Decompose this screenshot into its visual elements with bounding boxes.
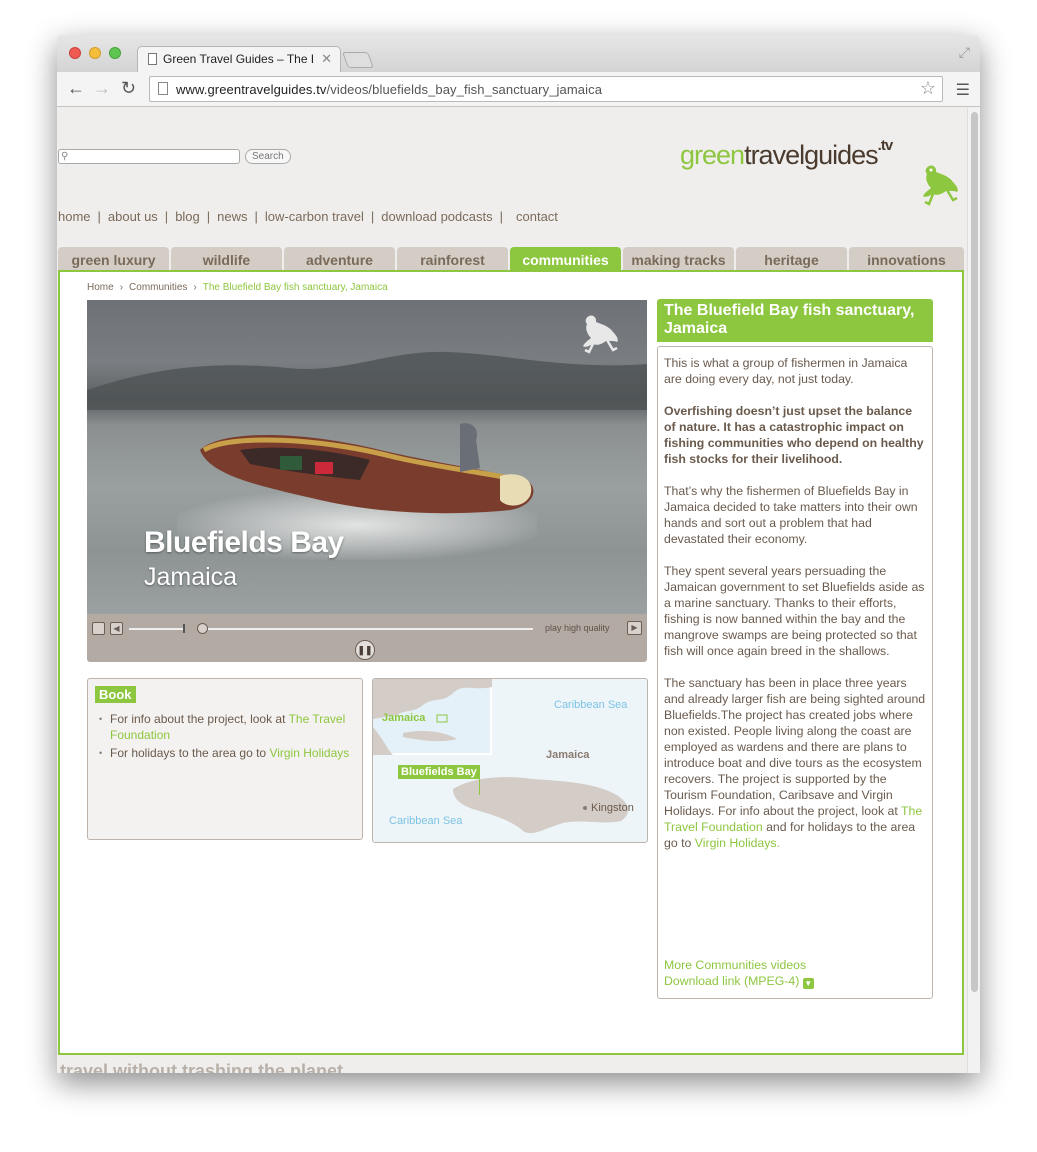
virgin-holidays-link[interactable]: Virgin Holidays. <box>695 836 780 850</box>
tab-making-tracks[interactable]: making tracks <box>623 247 734 270</box>
nav-blog[interactable]: blog <box>175 209 200 224</box>
volume-slider[interactable] <box>129 628 185 630</box>
tab-wildlife[interactable]: wildlife <box>171 247 282 270</box>
back-icon[interactable]: ← <box>67 78 85 99</box>
more-links: More Communities videos Download link (M… <box>664 957 814 989</box>
tab-close-icon[interactable]: ✕ <box>321 51 332 67</box>
search-input[interactable]: ⚲ <box>58 149 240 164</box>
play-high-quality-link[interactable]: play high quality <box>545 623 610 633</box>
article-paragraph: They spent several years persuading the … <box>664 564 925 658</box>
book-heading: Book <box>95 686 136 703</box>
search-button[interactable]: Search <box>245 149 291 164</box>
book-list: For info about the project, look at The … <box>99 711 354 763</box>
video-hills <box>87 351 647 410</box>
bookmark-star-icon[interactable]: ☆ <box>920 78 936 99</box>
new-tab-button[interactable] <box>342 52 374 68</box>
download-icon: ▼ <box>802 978 814 989</box>
location-map[interactable]: Jamaica Caribbean Sea Jamaica Bluefields… <box>372 678 648 843</box>
tab-innovations[interactable]: innovations <box>849 247 964 270</box>
map-sea-bottom-label: Caribbean Sea <box>389 815 463 827</box>
article-paragraph: The sanctuary has been in place three ye… <box>664 676 926 850</box>
article-paragraph: That’s why the fishermen of Bluefields B… <box>664 484 918 546</box>
web-page: ⚲ Search greentravelguides.tv home | about… <box>57 108 967 1073</box>
article-body: This is what a group of fishermen in Jam… <box>657 346 933 999</box>
map-island-label: Jamaica <box>546 749 590 761</box>
breadcrumb-home[interactable]: Home <box>87 282 114 293</box>
video-player[interactable]: Bluefields Bay Jamaica <box>87 300 647 614</box>
minimize-window-button[interactable] <box>89 47 101 59</box>
menu-icon[interactable]: ☰ <box>956 80 970 100</box>
browser-window: Green Travel Guides – The Bl ✕ ⤢ ← → ↻ w… <box>57 35 980 1073</box>
zoom-window-button[interactable] <box>109 47 121 59</box>
pause-button[interactable]: ❚❚ <box>355 640 375 660</box>
volume-icon[interactable]: ◀ <box>110 622 123 635</box>
chevron-right-icon: › <box>193 282 197 293</box>
boat-image <box>200 423 534 514</box>
close-window-button[interactable] <box>69 47 81 59</box>
list-item: For info about the project, look at The … <box>99 711 354 743</box>
nav-low-carbon-travel[interactable]: low-carbon travel <box>265 209 364 224</box>
breadcrumb-current: The Bluefield Bay fish sanctuary, Jamaic… <box>202 282 388 293</box>
forward-icon[interactable]: → <box>93 78 111 99</box>
more-videos-link[interactable]: More Communities videos <box>664 957 814 973</box>
tab-bar: Green Travel Guides – The Bl ✕ ⤢ <box>57 35 980 72</box>
kingston-dot <box>583 806 587 810</box>
stop-button[interactable] <box>92 622 105 635</box>
map-marker-line <box>479 779 480 795</box>
play-hq-icon[interactable]: ▶ <box>627 621 642 635</box>
browser-toolbar: ← → ↻ www.greentravelguides.tv/videos/bl… <box>57 72 980 107</box>
tab-communities[interactable]: communities <box>510 247 621 270</box>
article-title: The Bluefield Bay fish sanctuary, Jamaic… <box>657 299 933 342</box>
video-title: Bluefields Bay <box>144 526 344 559</box>
article-paragraph: This is what a group of fishermen in Jam… <box>664 356 908 386</box>
scrollbar[interactable] <box>967 108 980 1073</box>
fullscreen-icon[interactable]: ⤢ <box>959 44 970 61</box>
tab-rainforest[interactable]: rainforest <box>397 247 508 270</box>
tab-heritage[interactable]: heritage <box>736 247 847 270</box>
video-subtitle: Jamaica <box>144 563 238 591</box>
footer-tagline: travel without trashing the planet <box>60 1061 344 1073</box>
map-marker-label[interactable]: Bluefields Bay <box>398 765 480 779</box>
chevron-right-icon: › <box>119 282 124 293</box>
nav-contact[interactable]: contact <box>516 209 558 224</box>
top-navigation: home | about us | blog | news | low-carbon trave… <box>58 209 558 224</box>
nav-news[interactable]: news <box>217 209 247 224</box>
video-controls: ◀ play high quality ▶ ❚❚ <box>87 614 647 662</box>
site-logo[interactable]: greentravelguides.tv <box>680 137 893 171</box>
nav-home[interactable]: home <box>58 209 91 224</box>
volume-slider-handle[interactable] <box>183 624 185 633</box>
search-icon: ⚲ <box>61 151 69 162</box>
list-item: For holidays to the area go to Virgin Ho… <box>99 745 354 761</box>
map-inset-label: Jamaica <box>382 712 426 724</box>
map-city-label: Kingston <box>591 802 634 814</box>
download-link[interactable]: Download link (MPEG-4) ▼ <box>664 973 814 989</box>
tab-green-luxury[interactable]: green luxury <box>58 247 169 270</box>
article-paragraph-bold: Overfishing doesn’t just upset the balan… <box>664 404 924 466</box>
tab-adventure[interactable]: adventure <box>284 247 395 270</box>
seek-handle[interactable] <box>197 623 208 634</box>
virgin-holidays-link[interactable]: Virgin Holidays <box>269 746 349 760</box>
address-bar[interactable]: www.greentravelguides.tv/videos/bluefiel… <box>149 76 943 102</box>
url-text: www.greentravelguides.tv/videos/bluefiel… <box>176 82 603 97</box>
nav-download-podcasts[interactable]: download podcasts <box>381 209 492 224</box>
tab-title: Green Travel Guides – The Bl <box>163 52 313 66</box>
map-sea-top-label: Caribbean Sea <box>554 699 628 711</box>
breadcrumb: Home › Communities › The Bluefield Bay fish … <box>87 282 388 293</box>
main-content: Home › Communities › The Bluefield Bay fish … <box>58 270 964 1055</box>
frog-logo-icon <box>923 165 958 206</box>
page-icon <box>158 82 168 95</box>
breadcrumb-section[interactable]: Communities <box>129 282 187 293</box>
category-tabs: green luxury wildlife adventure rainfore… <box>58 247 964 270</box>
reload-icon[interactable]: ↻ <box>121 78 136 99</box>
nav-about-us[interactable]: about us <box>108 209 158 224</box>
frog-watermark-icon <box>583 315 618 354</box>
book-box: Book For info about the project, look at… <box>87 678 363 840</box>
scrollbar-thumb[interactable] <box>971 112 978 992</box>
page-icon <box>148 53 157 65</box>
seek-bar[interactable] <box>199 628 533 630</box>
browser-tab[interactable]: Green Travel Guides – The Bl ✕ <box>137 46 341 72</box>
